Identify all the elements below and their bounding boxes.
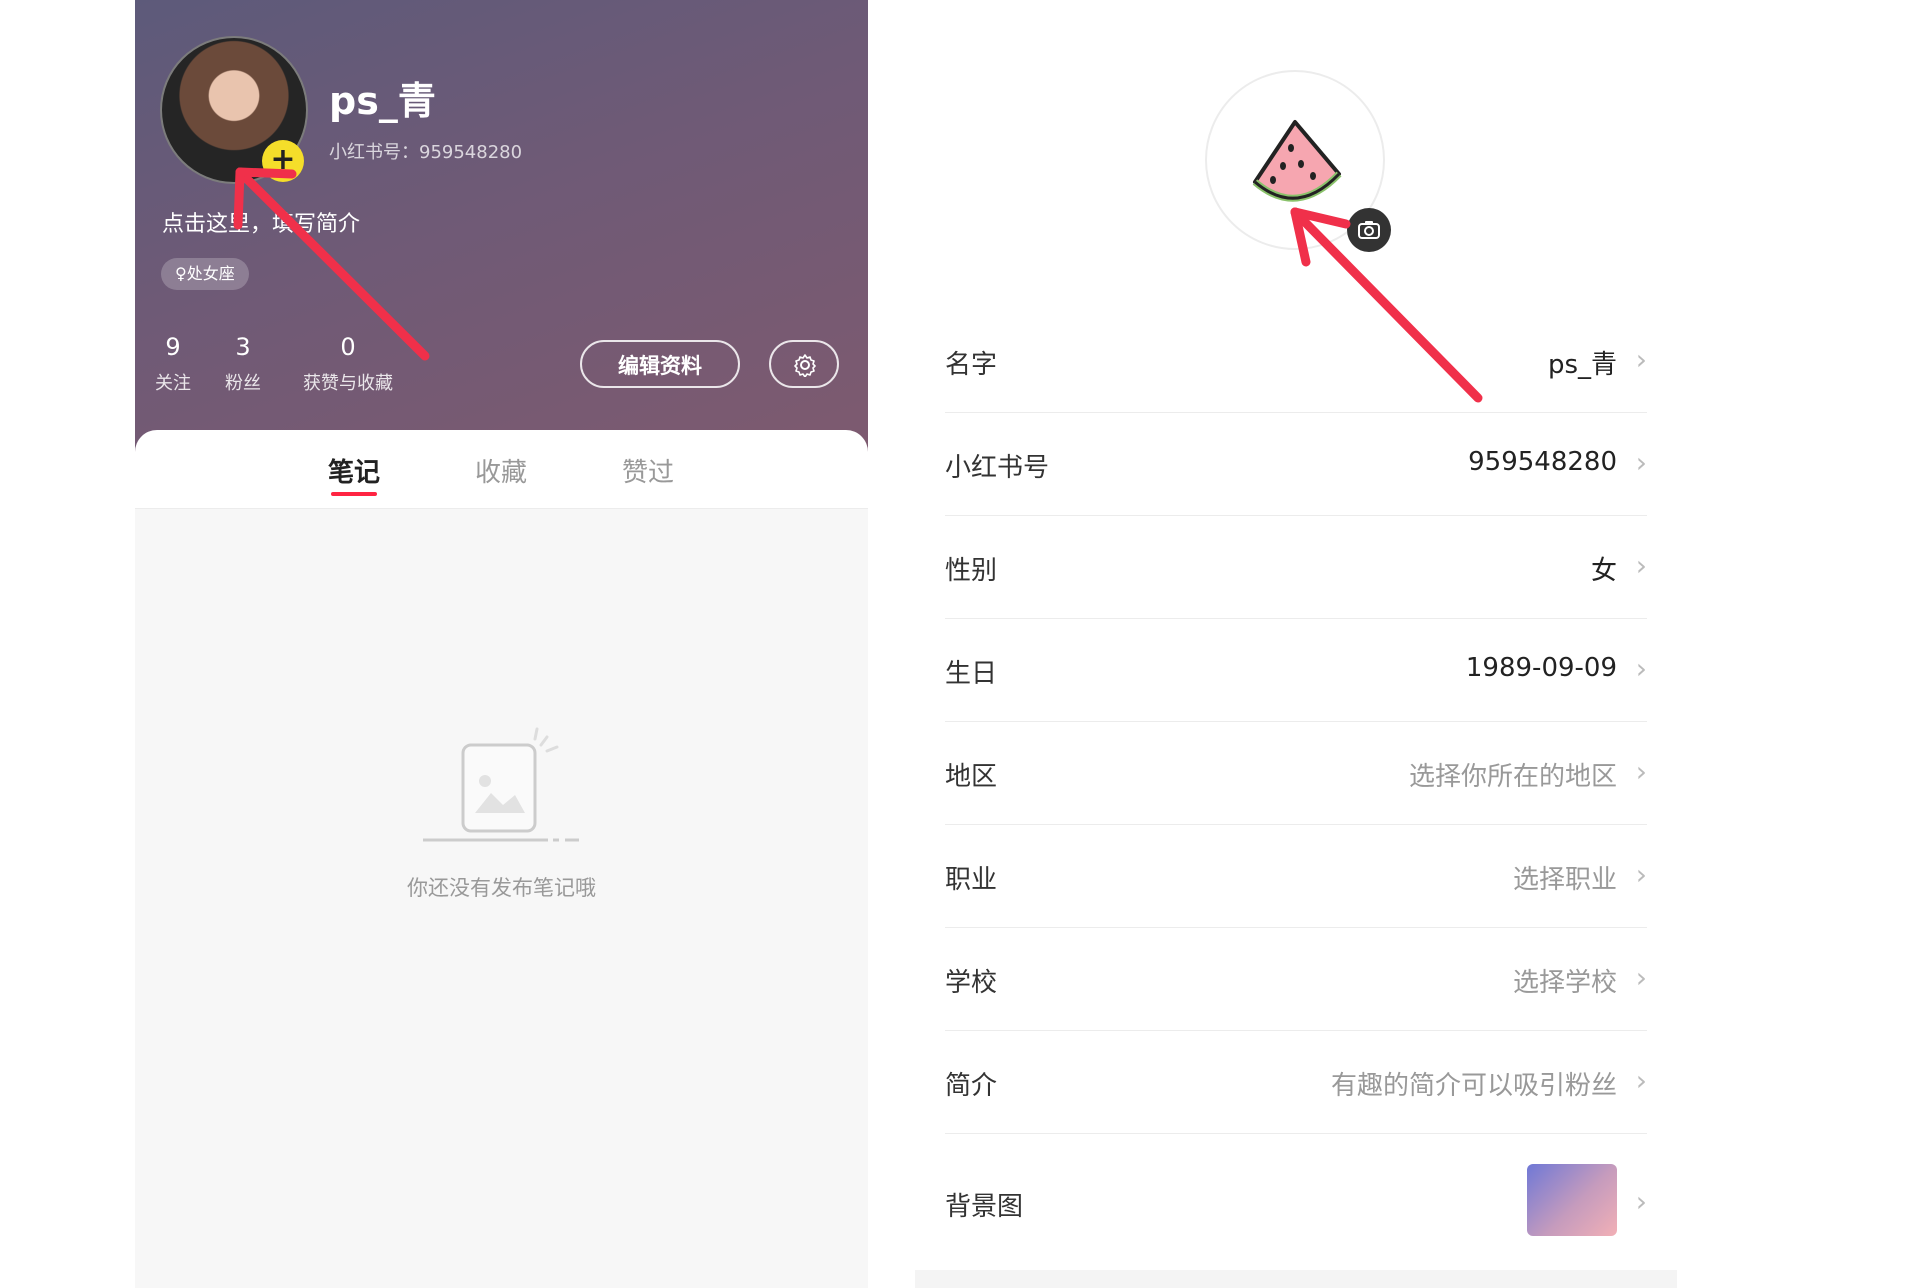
field-label: 小红书号 xyxy=(945,453,1050,483)
field-placeholder: 选择职业 xyxy=(1512,865,1617,895)
stat-label: 关注 xyxy=(155,373,191,394)
field-bio[interactable]: 简介 有趣的简介可以吸引粉丝 › xyxy=(945,1031,1647,1134)
profile-header: + ps_青 小红书号：959548280 点击这里，填写简介 ♀处女座 9 关… xyxy=(135,0,868,470)
tab-notes[interactable]: 笔记 xyxy=(328,452,380,489)
watermelon-icon xyxy=(1252,120,1342,202)
field-label: 生日 xyxy=(945,659,998,689)
chevron-right-icon: › xyxy=(1635,961,1647,994)
chevron-right-icon: › xyxy=(1635,652,1647,685)
stat-following[interactable]: 9 关注 xyxy=(153,333,193,395)
field-label: 学校 xyxy=(945,968,998,998)
field-label: 职业 xyxy=(945,865,998,895)
chevron-right-icon: › xyxy=(1635,1064,1647,1097)
field-label: 简介 xyxy=(945,1071,998,1101)
field-value: ps_青 xyxy=(1547,350,1617,380)
field-birthday[interactable]: 生日 1989-09-09 › xyxy=(945,619,1647,722)
field-name[interactable]: 名字 ps_青 › xyxy=(945,310,1647,413)
content-tabs: 笔记 收藏 赞过 xyxy=(135,430,868,509)
stat-value: 3 xyxy=(235,333,251,361)
stat-value: 9 xyxy=(165,333,181,361)
field-label: 名字 xyxy=(945,350,998,380)
camera-icon[interactable] xyxy=(1347,208,1391,252)
field-value: 1989-09-09 xyxy=(1465,653,1617,683)
field-placeholder: 选择学校 xyxy=(1512,968,1617,998)
field-placeholder: 选择你所在的地区 xyxy=(1408,762,1617,792)
field-gender[interactable]: 性别 女 › xyxy=(945,516,1647,619)
stat-value: 0 xyxy=(340,333,356,361)
stat-followers[interactable]: 3 粉丝 xyxy=(223,333,263,395)
username: ps_青 xyxy=(329,79,436,123)
chevron-right-icon: › xyxy=(1635,755,1647,788)
chevron-right-icon: › xyxy=(1635,343,1647,376)
field-value: 959548280 xyxy=(1468,447,1617,477)
field-region[interactable]: 地区 选择你所在的地区 › xyxy=(945,722,1647,825)
field-label: 性别 xyxy=(945,556,998,586)
profile-screen: + ps_青 小红书号：959548280 点击这里，填写简介 ♀处女座 9 关… xyxy=(135,0,868,1288)
edit-profile-screen: 名字 ps_青 › 小红书号 959548280 › 性别 女 › 生日 198… xyxy=(915,0,1677,1288)
stat-label: 获赞与收藏 xyxy=(303,373,393,394)
user-id: 小红书号：959548280 xyxy=(329,142,523,163)
stat-likes-collects[interactable]: 0 获赞与收藏 xyxy=(293,333,403,395)
field-value: 女 xyxy=(1590,556,1617,586)
background-thumbnail xyxy=(1527,1164,1617,1236)
chevron-right-icon: › xyxy=(1635,549,1647,582)
field-redbook-id[interactable]: 小红书号 959548280 › xyxy=(945,413,1647,516)
field-label: 背景图 xyxy=(945,1192,1024,1222)
add-avatar-icon[interactable]: + xyxy=(262,140,304,182)
chevron-right-icon: › xyxy=(1635,446,1647,479)
empty-note-icon xyxy=(423,727,579,842)
field-occupation[interactable]: 职业 选择职业 › xyxy=(945,825,1647,928)
empty-state-text: 你还没有发布笔记哦 xyxy=(407,876,596,900)
active-tab-indicator xyxy=(331,492,377,496)
gear-icon xyxy=(794,354,816,377)
tab-collections[interactable]: 收藏 xyxy=(475,452,527,489)
bio-hint-link[interactable]: 点击这里，填写简介 xyxy=(162,206,360,238)
chevron-right-icon: › xyxy=(1635,858,1647,891)
edit-profile-button[interactable]: 编辑资料 xyxy=(580,340,740,388)
stat-label: 粉丝 xyxy=(225,373,261,394)
field-background-image[interactable]: 背景图 › xyxy=(945,1134,1647,1264)
zodiac-badge: ♀处女座 xyxy=(161,258,249,290)
divider xyxy=(915,1270,1677,1288)
chevron-right-icon: › xyxy=(1635,1185,1647,1218)
field-label: 地区 xyxy=(945,762,998,792)
field-placeholder: 有趣的简介可以吸引粉丝 xyxy=(1330,1071,1617,1101)
field-school[interactable]: 学校 选择学校 › xyxy=(945,928,1647,1031)
tab-liked[interactable]: 赞过 xyxy=(622,452,674,489)
settings-button[interactable] xyxy=(769,340,839,388)
